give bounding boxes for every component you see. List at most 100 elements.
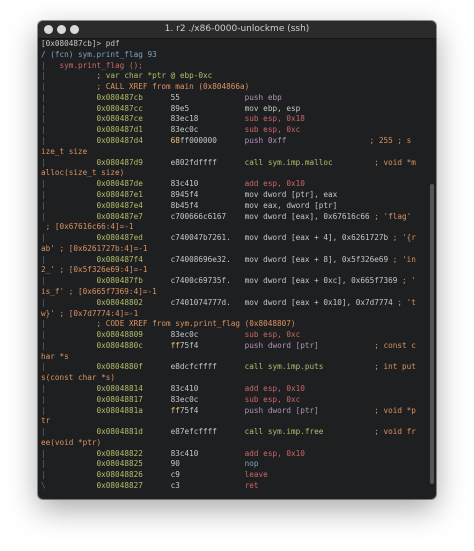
terminal-segment: |	[41, 330, 97, 340]
terminal-segment: ; CALL XREF from main (0x804866a)	[96, 82, 250, 92]
terminal-segment: har *s	[41, 351, 69, 361]
terminal-line: | 0x0804880f e8dcfcffff call sym.imp.put…	[41, 362, 427, 373]
terminal-segment: 55	[170, 92, 245, 102]
terminal-segment: |	[41, 92, 97, 102]
terminal-segment: |	[41, 427, 97, 437]
terminal-segment: 83c410	[170, 384, 245, 393]
terminal-segment: |	[41, 459, 97, 469]
terminal-segment: 0x08048802	[96, 297, 171, 307]
terminal-segment: sub esp, 0x18	[244, 114, 305, 124]
terminal-line: | ; var char *ptr @ ebp-0xc	[41, 71, 427, 82]
terminal-segment: |	[41, 125, 97, 135]
terminal-line: | 0x080487ed c740047b7261. mov dword [ea…	[41, 233, 427, 244]
terminal-segment: 0x0804881d	[96, 427, 171, 437]
terminal-segment: 0x08048827	[96, 481, 171, 491]
terminal-segment: 0x080487cc	[96, 103, 171, 113]
terminal-segment: |	[41, 394, 97, 404]
terminal-segment: c7400c69735f.	[170, 276, 245, 286]
terminal-line: is_f' ; [0x665f7369:4]=-1	[41, 287, 427, 298]
terminal-segment: mov dword [ptr], eax	[244, 189, 338, 199]
terminal-segment: |	[41, 157, 97, 167]
terminal-segment: ; CODE XREF from sym.print_flag (0x80488…	[96, 319, 296, 329]
terminal-segment: |	[41, 319, 97, 329]
terminal-segment: c9	[170, 470, 245, 480]
terminal-segment: ; '{r	[388, 233, 416, 243]
terminal-segment: mov dword [eax], 0x67616c66	[244, 211, 370, 221]
terminal-line: | 0x080487e1 8945f4 mov dword [ptr], eax	[41, 190, 427, 201]
terminal-segment: push 0xff	[244, 136, 287, 146]
terminal-line: | 0x080487de 83c410 add esp, 0x10	[41, 179, 427, 190]
terminal-segment: |	[41, 200, 97, 210]
terminal-segment: \	[41, 481, 97, 491]
terminal-line: s(const char *s)	[41, 373, 427, 384]
terminal-segment: ; [0x67616c66:4]=-1	[41, 222, 134, 232]
terminal-segment: ; 'in	[388, 254, 416, 264]
terminal-segment: |	[41, 405, 97, 415]
terminal-line: | 0x0804881a ff75f4 push dword [ptr] ; v…	[41, 406, 427, 417]
terminal-segment: |	[41, 189, 97, 199]
terminal-line: [0x080487cb]> pdf	[41, 39, 427, 50]
terminal-line: | 0x0804881d e87efcffff call sym.imp.fre…	[41, 427, 427, 438]
terminal-segment: mov dword [eax + 0xc], 0x665f7369	[244, 276, 398, 286]
window-title: 1. r2 ./x86-0000-unlockme (ssh)	[164, 24, 310, 34]
terminal-line: | 0x08048817 83ec0c sub esp, 0xc	[41, 395, 427, 406]
terminal-segment: 83ec0c	[170, 125, 245, 135]
terminal-segment: 0x08048809	[96, 330, 171, 340]
terminal-segment: [0x080487cb]> pdf	[41, 39, 120, 48]
terminal-line: | 0x0804880c ff75f4 push dword [ptr] ; c…	[41, 341, 427, 352]
terminal-segment: 0x0804880f	[96, 362, 171, 372]
terminal-segment: call sym.imp.puts	[244, 362, 324, 372]
terminal-segment: s(const char *s)	[41, 373, 116, 383]
terminal-segment: sub esp, 0xc	[244, 125, 301, 135]
terminal-line: | ; CALL XREF from main (0x804866a)	[41, 82, 427, 93]
terminal-segment: ; var char *ptr @ ebp-0xc	[96, 71, 213, 81]
terminal-segment: 68	[170, 136, 180, 146]
terminal-segment: call sym.imp.free	[244, 427, 324, 437]
terminal-segment: / (fcn) sym.print_flag 93	[41, 49, 157, 59]
terminal-segment: ee(void *ptr)	[41, 437, 102, 447]
terminal-segment: 0x080487e7	[96, 211, 171, 221]
terminal-segment: c740047b7261.	[170, 233, 245, 243]
terminal-segment: ret	[244, 481, 259, 491]
terminal-segment: |	[41, 448, 97, 458]
terminal-segment: ; void fr	[323, 427, 416, 437]
terminal-line: | 0x08048809 83ec0c sub esp, 0xc	[41, 330, 427, 341]
terminal-line: ; [0x67616c66:4]=-1	[41, 222, 427, 233]
terminal-segment: ; 't	[392, 297, 416, 307]
terminal-segment: 0x08048814	[96, 384, 171, 393]
terminal-segment: sub esp, 0xc	[244, 394, 301, 404]
terminal-segment: ; void *p	[318, 405, 416, 415]
terminal-segment: ; 255 ; s	[286, 136, 412, 146]
terminal-segment: mov ebp, esp	[244, 103, 301, 113]
terminal-segment: add esp, 0x10	[244, 448, 305, 458]
terminal-segment: 90	[170, 459, 245, 469]
terminal-segment: 0x080487d4	[96, 136, 171, 146]
terminal-segment: ; int put	[323, 362, 416, 372]
terminal-segment: mov dword [eax + 8], 0x5f326e69	[244, 254, 389, 264]
terminal-segment: add esp, 0x10	[244, 384, 305, 393]
terminal-output[interactable]: [0x080487cb]> pdf / (fcn) sym.print_flag …	[41, 39, 427, 499]
terminal-segment: 0x0804880c	[96, 340, 171, 350]
terminal-segment: 75f4	[179, 340, 245, 350]
terminal-line: | 0x08048814 83c410 add esp, 0x10	[41, 384, 427, 395]
terminal-segment: push dword [ptr]	[244, 405, 319, 415]
terminal-line: w}' ; [0x7d7774:4]=-1	[41, 309, 427, 320]
terminal-segment: 0x080487e1	[96, 189, 171, 199]
terminal-segment: 0x08048822	[96, 448, 171, 458]
terminal-segment: |	[41, 362, 97, 372]
terminal-segment: ; const c	[318, 340, 416, 350]
terminal-segment: 83ec0c	[170, 330, 245, 340]
scrollbar-thumb[interactable]	[430, 184, 434, 484]
terminal-segment: add esp, 0x10	[244, 179, 305, 189]
terminal-line: ize_t size	[41, 147, 427, 158]
terminal-segment: 0x080487de	[96, 179, 171, 189]
terminal-segment: mov eax, dword [ptr]	[244, 200, 338, 210]
terminal-window: 1. r2 ./x86-0000-unlockme (ssh) [0x08048…	[38, 21, 436, 499]
terminal-segment: push ebp	[244, 92, 282, 102]
terminal-segment: ; 'flag'	[369, 211, 412, 221]
terminal-line: | sym.print_flag ();	[41, 61, 427, 72]
terminal-segment: |	[41, 254, 97, 264]
terminal-line: | 0x08048825 90 nop	[41, 459, 427, 470]
terminal-segment: sub esp, 0xc	[244, 330, 301, 340]
terminal-segment: call sym.imp.malloc	[244, 157, 333, 167]
